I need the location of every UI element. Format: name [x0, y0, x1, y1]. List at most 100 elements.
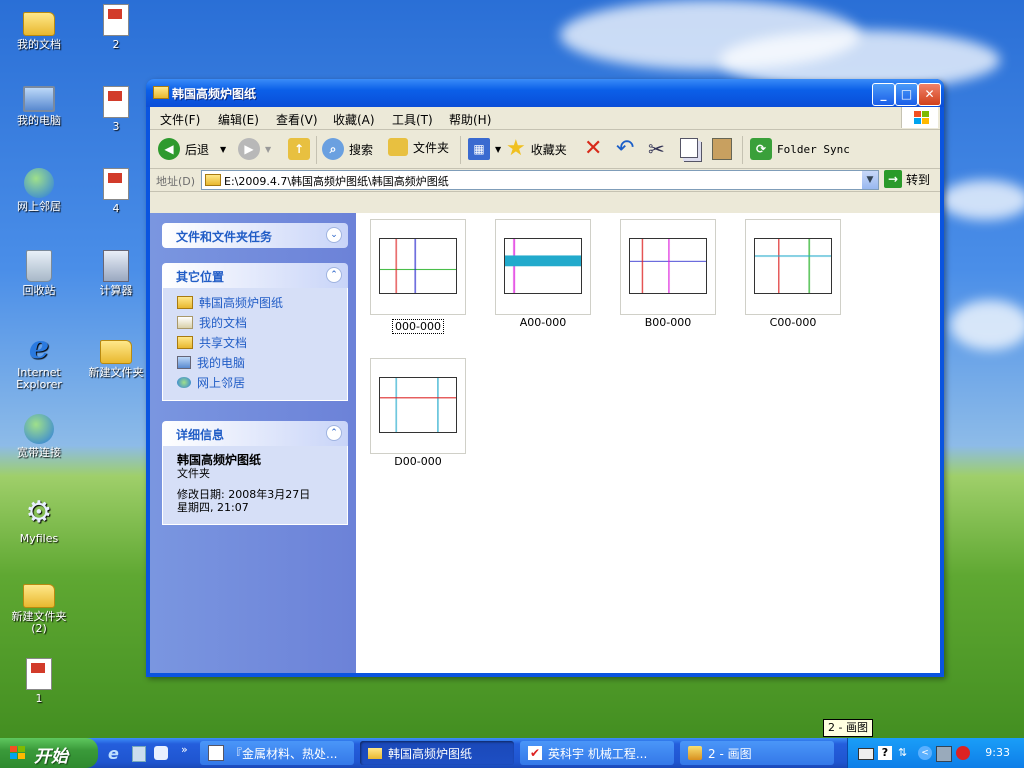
- menu-help[interactable]: 帮助(H): [449, 111, 491, 128]
- chevron-right-icon[interactable]: »: [181, 743, 188, 756]
- views-button[interactable]: ▦ ▼: [468, 138, 501, 160]
- folder-icon: [177, 295, 193, 309]
- search-button[interactable]: ⌕ 搜索: [322, 138, 373, 160]
- taskbar-task[interactable]: 2 - 画图: [680, 741, 834, 765]
- file-thumbnail[interactable]: C00-000: [745, 219, 841, 329]
- chevron-expand-icon[interactable]: ⌄: [326, 227, 342, 243]
- taskbar-task[interactable]: 『金属材料、热处...: [200, 741, 354, 765]
- title-bar[interactable]: 韩国高频炉图纸 _ □ ✕: [146, 79, 944, 107]
- address-input[interactable]: E:\2009.4.7\韩国高频炉图纸\韩国高频炉图纸 ▼: [201, 170, 879, 190]
- paste-button[interactable]: [712, 138, 732, 160]
- favorites-button[interactable]: ★ 收藏夹: [506, 138, 567, 160]
- desktop-icon-file-4[interactable]: 4: [79, 168, 153, 215]
- desktop-icon-label: Myfiles: [19, 532, 59, 545]
- desktop-icon-label: 计算器: [99, 284, 133, 297]
- desktop-icon-new-folder-2[interactable]: 新建文件夹 (2): [2, 576, 76, 635]
- clock[interactable]: 9:33: [985, 746, 1010, 759]
- desktop-icon-label: 新建文件夹: [88, 366, 144, 379]
- menu-file[interactable]: 文件(F): [160, 111, 200, 128]
- chevron-left-icon[interactable]: <: [918, 746, 932, 760]
- details-panel: 详细信息 ⌃ 韩国高频炉图纸 文件夹 修改日期: 2008年3月27日 星期四,…: [162, 421, 348, 525]
- desktop-icon-file-2[interactable]: 2: [79, 4, 153, 51]
- folder-sync-button[interactable]: ⟳ Folder Sync: [750, 138, 850, 160]
- file-name: D00-000: [394, 455, 442, 468]
- other-place-link[interactable]: 韩国高频炉图纸: [163, 292, 347, 312]
- folder-icon: [153, 86, 169, 99]
- task-label: 2 - 画图: [708, 746, 752, 761]
- folder-icon: [23, 12, 55, 36]
- file-thumbnail[interactable]: D00-000: [370, 358, 466, 468]
- panel-title: 其它位置: [176, 270, 225, 284]
- taskbar-task[interactable]: ✔ 英科宇 机械工程...: [520, 741, 674, 765]
- menu-tools[interactable]: 工具(T): [392, 111, 433, 128]
- desktop-icon-new-folder[interactable]: 新建文件夹: [79, 332, 153, 379]
- panel-header[interactable]: 详细信息 ⌃: [162, 421, 348, 446]
- desktop-icon-recycle-bin[interactable]: 回收站: [2, 250, 76, 297]
- folder-icon: [368, 747, 382, 759]
- quicklaunch-icon[interactable]: [154, 746, 168, 760]
- desktop-icon-network[interactable]: 网上邻居: [2, 168, 76, 213]
- help-icon[interactable]: ?: [878, 746, 892, 760]
- network-tray-icon[interactable]: ⇅: [898, 746, 912, 760]
- details-modified: 修改日期: 2008年3月27日: [177, 488, 311, 501]
- link-label: 我的文档: [199, 315, 248, 330]
- other-place-link[interactable]: 我的电脑: [163, 352, 347, 372]
- keyboard-icon[interactable]: [858, 748, 874, 760]
- file-thumbnail[interactable]: B00-000: [620, 219, 716, 329]
- menu-view[interactable]: 查看(V): [276, 111, 318, 128]
- taskbar-task[interactable]: 韩国高频炉图纸: [360, 741, 514, 765]
- menu-edit[interactable]: 编辑(E): [218, 111, 259, 128]
- desktop-icon-broadband[interactable]: 宽带连接: [2, 414, 76, 459]
- cad-drawing-preview: [629, 238, 707, 294]
- panel-title: 文件和文件夹任务: [176, 230, 273, 244]
- copy-button[interactable]: [680, 138, 698, 158]
- maximize-button[interactable]: □: [895, 83, 918, 106]
- chevron-collapse-icon[interactable]: ⌃: [326, 425, 342, 441]
- close-button[interactable]: ✕: [918, 83, 941, 106]
- link-label: 韩国高频炉图纸: [199, 295, 284, 310]
- quicklaunch-icon[interactable]: [132, 746, 146, 762]
- folders-button[interactable]: 文件夹: [388, 138, 449, 156]
- windows-logo-icon: [10, 746, 26, 760]
- sync-icon: ⟳: [750, 138, 772, 160]
- ie-quicklaunch-icon[interactable]: e: [108, 744, 119, 763]
- desktop-icon-my-computer[interactable]: 我的电脑: [2, 86, 76, 127]
- desktop-icon-ie[interactable]: e Internet Explorer: [2, 330, 76, 391]
- go-button[interactable]: → 转到: [884, 170, 930, 188]
- forward-button[interactable]: ▶ ▼: [238, 138, 271, 160]
- paste-icon: [712, 138, 732, 160]
- desktop-icon-myfiles[interactable]: ⚙ Myfiles: [2, 496, 76, 545]
- folder-icon: [23, 584, 55, 608]
- menu-favorites[interactable]: 收藏(A): [333, 111, 375, 128]
- file-thumbnail[interactable]: 000-000: [370, 219, 466, 334]
- file-thumbnail[interactable]: A00-000: [495, 219, 591, 329]
- up-folder-icon: ↑: [288, 138, 310, 160]
- desktop-icon-calculator[interactable]: 计算器: [79, 250, 153, 297]
- up-folder-button[interactable]: ↑: [288, 138, 310, 160]
- panel-body: 韩国高频炉图纸 文件夹 修改日期: 2008年3月27日 星期四, 21:07: [162, 446, 348, 525]
- system-tray: ? ⇅ < 9:33: [847, 738, 1024, 768]
- desktop-icon-my-documents[interactable]: 我的文档: [2, 4, 76, 51]
- other-place-link[interactable]: 共享文档: [163, 332, 347, 352]
- chevron-down-icon: ▼: [265, 144, 272, 154]
- search-icon: ⌕: [322, 138, 344, 160]
- network-connection-icon[interactable]: [936, 746, 952, 762]
- chevron-collapse-icon[interactable]: ⌃: [326, 267, 342, 283]
- antivirus-icon[interactable]: [956, 746, 970, 760]
- desktop-icon-file-3[interactable]: 3: [79, 86, 153, 133]
- delete-button[interactable]: ✕: [584, 138, 602, 160]
- desktop-icon-label: 我的文档: [17, 38, 61, 51]
- other-place-link[interactable]: 我的文档: [163, 312, 347, 332]
- panel-header[interactable]: 文件和文件夹任务 ⌄: [162, 223, 348, 248]
- windows-logo-icon: [901, 107, 938, 128]
- paint-image-icon: [103, 86, 129, 118]
- undo-button[interactable]: ↶: [616, 138, 634, 160]
- minimize-button[interactable]: _: [872, 83, 895, 106]
- chevron-down-icon[interactable]: ▼: [862, 171, 878, 189]
- panel-header[interactable]: 其它位置 ⌃: [162, 263, 348, 288]
- back-button[interactable]: ◀ 后退 ▼: [158, 138, 226, 160]
- start-button[interactable]: 开始: [0, 738, 98, 768]
- cut-button[interactable]: ✂: [648, 138, 665, 160]
- other-place-link[interactable]: 网上邻居: [163, 372, 347, 392]
- desktop-icon-file-1[interactable]: 1: [2, 658, 76, 705]
